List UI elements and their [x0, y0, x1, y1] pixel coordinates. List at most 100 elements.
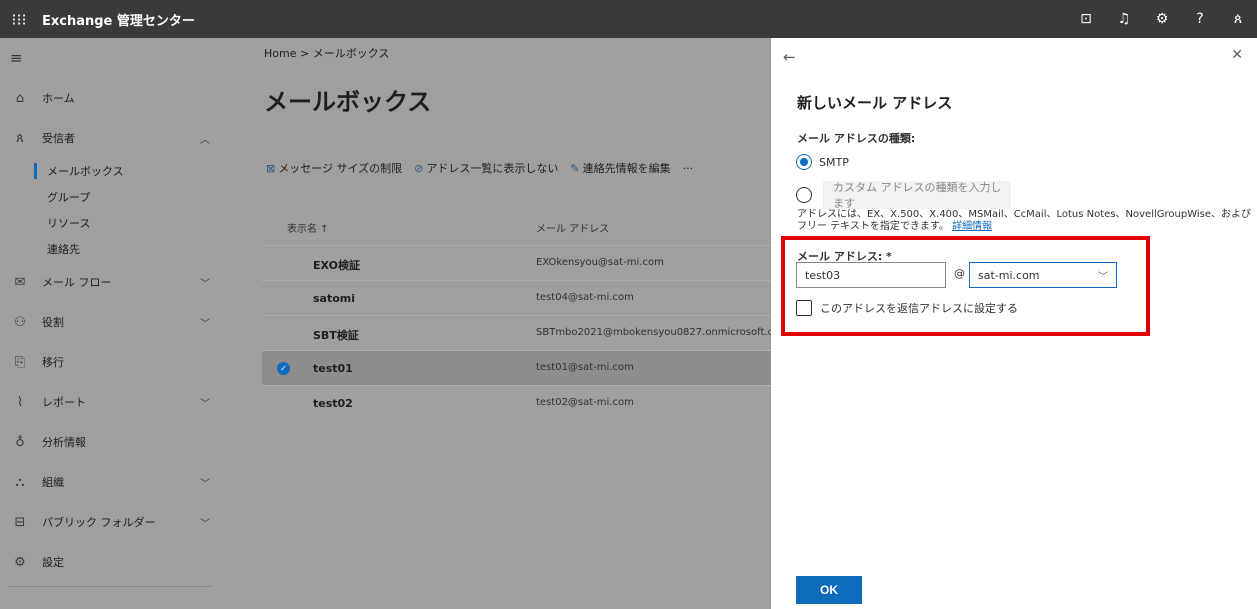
smtp-radio[interactable]	[796, 154, 812, 170]
learn-more-link[interactable]: 詳細情報	[952, 221, 992, 232]
contact-edit-icon: ✎	[570, 161, 580, 175]
email-local-part-input[interactable]: test03	[796, 262, 946, 288]
checkmark-icon[interactable]: ✓	[277, 362, 290, 375]
ok-button[interactable]: OK	[796, 576, 862, 604]
chevron-down-icon: ﹀	[200, 398, 210, 410]
sidebar-item-label: 組織	[42, 476, 64, 489]
chevron-down-icon: ﹀	[200, 518, 210, 530]
roles-icon: ⚇	[14, 314, 26, 330]
app-launcher-icon[interactable]: ⁝⁝⁝	[0, 0, 38, 38]
table-row[interactable]: EXO検証 EXOkensyou@sat-mi.com	[262, 245, 771, 280]
settings-icon[interactable]: ⚙	[1143, 0, 1181, 38]
hamburger-icon[interactable]: ≡	[0, 38, 226, 78]
sidebar-item-label: パブリック フォルダー	[42, 516, 156, 529]
eye-off-icon: ⊘	[414, 161, 424, 175]
column-header-email[interactable]: メール アドレス	[536, 220, 609, 235]
sidebar-item-label: 役割	[42, 316, 64, 329]
more-button[interactable]: ···	[683, 160, 694, 176]
breadcrumb[interactable]: Home > メールボックス	[264, 45, 389, 61]
sidebar-item-label: レポート	[42, 396, 86, 409]
row-name: EXO検証	[313, 259, 360, 272]
chevron-down-icon: ﹀	[200, 478, 210, 490]
sidebar-divider	[8, 586, 212, 587]
hide-from-list-button[interactable]: ⊘ アドレス一覧に表示しない	[414, 160, 558, 176]
gear-icon: ⚙	[14, 554, 26, 570]
desc-line2: フリー テキストを指定できます。	[797, 221, 949, 232]
row-email: test02@sat-mi.com	[536, 397, 634, 408]
sidebar-item-organization[interactable]: ⛬ 組織 ﹀	[0, 462, 226, 502]
top-bar: ⁝⁝⁝ Exchange 管理センター ⊡ ♫ ⚙ ? ጰ	[0, 0, 1257, 38]
sidebar-item-settings[interactable]: ⚙ 設定	[0, 542, 226, 582]
custom-type-input[interactable]: カスタム アドレスの種類を入力します	[823, 181, 1011, 210]
table-row-selected[interactable]: ✓ test01 test01@sat-mi.com	[262, 350, 771, 385]
cloud-shell-icon[interactable]: ⊡	[1067, 0, 1105, 38]
main-content: Home > メールボックス メールボックス ⊠ メッセージ サイズの制限 ⊘ …	[226, 38, 789, 609]
toolbar-label: メッセージ サイズの制限	[278, 162, 403, 175]
row-email: test04@sat-mi.com	[536, 292, 634, 303]
sidebar-item-migration[interactable]: ⎘ 移行	[0, 342, 226, 382]
back-arrow-icon[interactable]: ←	[783, 48, 796, 66]
row-name: satomi	[313, 292, 356, 305]
sidebar-subitem-mailboxes[interactable]: メールボックス	[0, 158, 226, 184]
reply-address-checkbox[interactable]	[796, 300, 812, 316]
panel-title: 新しいメール アドレス	[797, 94, 953, 112]
toolbar-label: アドレス一覧に表示しない	[426, 162, 559, 175]
sidebar-item-home[interactable]: ⌂ ホーム	[0, 78, 226, 118]
column-header-display-name[interactable]: 表示名 ↑	[287, 220, 329, 235]
top-icons: ⊡ ♫ ⚙ ? ጰ	[1067, 0, 1257, 38]
close-icon[interactable]: ✕	[1231, 47, 1243, 63]
table-row[interactable]: SBT検証 SBTmbo2021@mbokensyou0827.onmicros…	[262, 315, 789, 350]
sidebar-item-public-folders[interactable]: ⊟ パブリック フォルダー ﹀	[0, 502, 226, 542]
chevron-down-icon: ﹀	[200, 318, 210, 330]
organization-icon: ⛬	[15, 474, 25, 490]
desc-line1: アドレスには、EX、X.500、X.400、MSMail、CcMail、Lotu…	[797, 209, 1252, 220]
sidebar-subitem-resources[interactable]: リソース	[0, 210, 226, 236]
at-sign: @	[954, 267, 965, 280]
help-icon[interactable]: ?	[1181, 0, 1219, 38]
toolbar: ⊠ メッセージ サイズの制限 ⊘ アドレス一覧に表示しない ✎ 連絡先情報を編集…	[266, 160, 693, 176]
sidebar-item-label: 移行	[42, 356, 64, 369]
sidebar-item-mail-flow[interactable]: ✉ メール フロー ﹀	[0, 262, 226, 302]
reply-address-option[interactable]: このアドレスを返信アドレスに設定する	[796, 300, 1018, 316]
smtp-radio-option[interactable]: SMTP	[796, 154, 849, 170]
table-row[interactable]: satomi test04@sat-mi.com	[262, 280, 771, 315]
row-name: test02	[313, 397, 353, 410]
sidebar-item-roles[interactable]: ⚇ 役割 ﹀	[0, 302, 226, 342]
reply-address-label: このアドレスを返信アドレスに設定する	[820, 302, 1018, 315]
message-size-icon: ⊠	[266, 161, 276, 175]
chevron-down-icon: ﹀	[200, 278, 210, 290]
sidebar-item-label: 分析情報	[42, 436, 86, 449]
sidebar-item-label: 設定	[42, 556, 64, 569]
sidebar-subitem-contacts[interactable]: 連絡先	[0, 236, 226, 262]
sidebar-item-reports[interactable]: ⌇ レポート ﹀	[0, 382, 226, 422]
sidebar-subitem-groups[interactable]: グループ	[0, 184, 226, 210]
migration-icon: ⎘	[14, 354, 26, 370]
page-title: メールボックス	[264, 88, 432, 116]
home-icon: ⌂	[15, 90, 25, 106]
chevron-down-icon: ﹀	[1098, 272, 1108, 283]
sidebar-item-recipients[interactable]: ጰ 受信者 ︿	[0, 118, 226, 158]
custom-radio[interactable]	[796, 187, 812, 203]
row-email: EXOkensyou@sat-mi.com	[536, 257, 664, 268]
bell-icon[interactable]: ♫	[1105, 0, 1143, 38]
sidebar-item-label: メール フロー	[42, 276, 112, 289]
person-icon: ጰ	[16, 130, 24, 146]
person-icon[interactable]: ጰ	[1219, 0, 1257, 38]
custom-radio-option[interactable]: カスタム アドレスの種類を入力します	[796, 181, 1011, 210]
row-email: test01@sat-mi.com	[536, 362, 634, 373]
toolbar-label: 連絡先情報を編集	[582, 162, 671, 175]
table-row[interactable]: test02 test02@sat-mi.com	[262, 385, 771, 420]
address-description: アドレスには、EX、X.500、X.400、MSMail、CcMail、Lotu…	[797, 209, 1257, 233]
smtp-label: SMTP	[819, 155, 849, 169]
new-email-address-panel: ← ✕ 新しいメール アドレス メール アドレスの種類: SMTP カスタム ア…	[771, 38, 1257, 609]
table-header: 表示名 ↑ メール アドレス	[226, 210, 771, 242]
chart-icon: ⌇	[16, 394, 24, 410]
edit-contact-button[interactable]: ✎ 連絡先情報を編集	[570, 160, 670, 176]
sidebar-item-insights[interactable]: ♁ 分析情報	[0, 422, 226, 462]
sidebar-item-label: ホーム	[42, 92, 75, 105]
row-email: SBTmbo2021@mbokensyou0827.onmicrosoft.co…	[536, 327, 789, 338]
domain-dropdown[interactable]: sat-mi.com ﹀	[969, 262, 1117, 288]
lightbulb-icon: ♁	[15, 434, 25, 450]
message-size-button[interactable]: ⊠ メッセージ サイズの制限	[266, 160, 402, 176]
app-title: Exchange 管理センター	[42, 13, 195, 29]
